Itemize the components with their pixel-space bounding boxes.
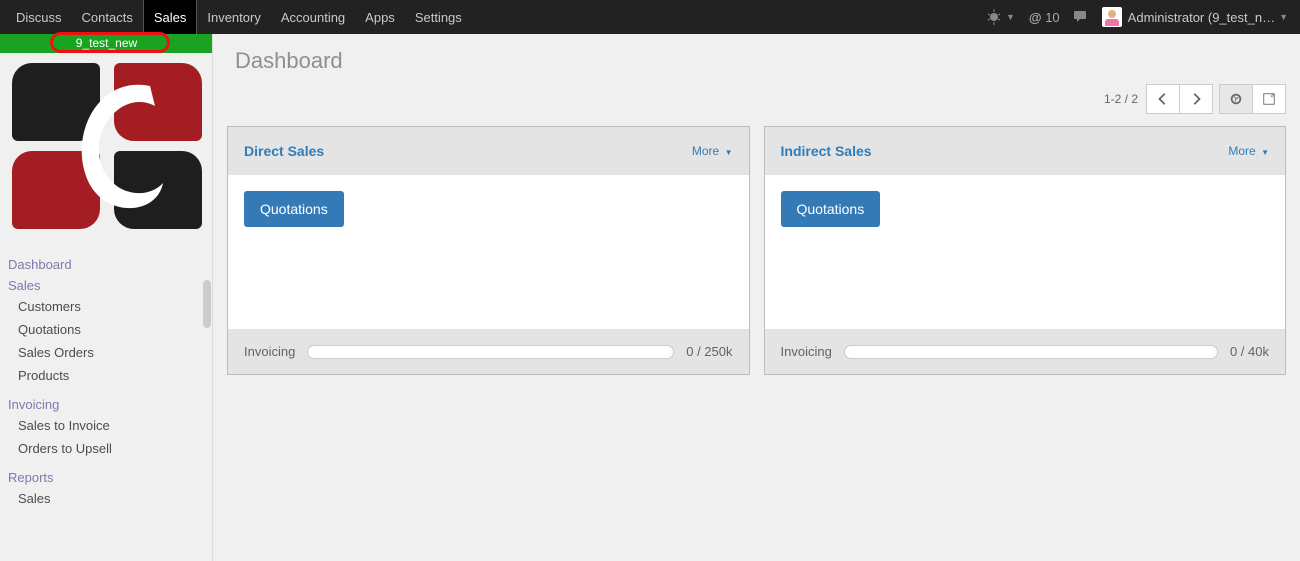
pager-prev-button[interactable] xyxy=(1146,84,1180,114)
quotations-button[interactable]: Quotations xyxy=(781,191,881,227)
caret-down-icon: ▼ xyxy=(1279,12,1288,22)
footer-value: 0 / 40k xyxy=(1230,344,1269,359)
sidebar-header-dashboard[interactable]: Dashboard xyxy=(0,255,213,274)
at-icon: @ xyxy=(1029,10,1042,25)
sidebar-header-invoicing[interactable]: Invoicing xyxy=(0,395,213,414)
card-more-link[interactable]: More ▼ xyxy=(1228,144,1269,158)
quotations-button[interactable]: Quotations xyxy=(244,191,344,227)
view-kanban-button[interactable] xyxy=(1219,84,1253,114)
card-title[interactable]: Indirect Sales xyxy=(781,143,872,159)
database-bar: 9_test_new xyxy=(0,34,213,53)
sidebar-header-reports[interactable]: Reports xyxy=(0,468,213,487)
nav-accounting[interactable]: Accounting xyxy=(271,0,355,34)
chat-icon[interactable] xyxy=(1066,9,1098,25)
highlight-annotation xyxy=(50,32,170,53)
user-label: Administrator (9_test_n… xyxy=(1128,10,1275,25)
navbar-right: ▼ @ 10 Administrator (9_test_n… ▼ xyxy=(978,0,1300,34)
sidebar-item-customers[interactable]: Customers xyxy=(0,295,213,318)
bug-icon[interactable]: ▼ xyxy=(978,9,1023,25)
card-title[interactable]: Direct Sales xyxy=(244,143,324,159)
sidebar-item-sales-orders[interactable]: Sales Orders xyxy=(0,341,213,364)
footer-value: 0 / 250k xyxy=(686,344,732,359)
progress-bar xyxy=(844,345,1218,359)
sidebar-item-report-sales[interactable]: Sales xyxy=(0,487,213,510)
scrollbar-thumb[interactable] xyxy=(203,280,211,328)
page-title: Dashboard xyxy=(213,34,1300,84)
messages-counter[interactable]: @ 10 xyxy=(1023,10,1066,25)
pager-text: 1-2 / 2 xyxy=(1104,92,1138,106)
main-content: Dashboard 1-2 / 2 Direct Sales More ▼ Qu… xyxy=(213,34,1300,561)
nav-discuss[interactable]: Discuss xyxy=(6,0,72,34)
card-indirect-sales: Indirect Sales More ▼ Quotations Invoici… xyxy=(764,126,1287,375)
user-menu[interactable]: Administrator (9_test_n… ▼ xyxy=(1098,7,1292,27)
nav-settings[interactable]: Settings xyxy=(405,0,472,34)
sidebar-item-orders-to-upsell[interactable]: Orders to Upsell xyxy=(0,437,213,460)
sidebar-item-quotations[interactable]: Quotations xyxy=(0,318,213,341)
footer-label: Invoicing xyxy=(244,344,295,359)
footer-label: Invoicing xyxy=(781,344,832,359)
card-direct-sales: Direct Sales More ▼ Quotations Invoicing… xyxy=(227,126,750,375)
sidebar-item-products[interactable]: Products xyxy=(0,364,213,387)
nav-contacts[interactable]: Contacts xyxy=(72,0,143,34)
nav-apps[interactable]: Apps xyxy=(355,0,405,34)
sidebar: 9_test_new Dashboard Sales Customers Quo… xyxy=(0,34,213,561)
card-more-link[interactable]: More ▼ xyxy=(692,144,733,158)
sidebar-item-sales-to-invoice[interactable]: Sales to Invoice xyxy=(0,414,213,437)
dashboard-cards: Direct Sales More ▼ Quotations Invoicing… xyxy=(213,126,1300,375)
logo xyxy=(0,53,213,253)
caret-down-icon: ▼ xyxy=(725,148,733,157)
caret-down-icon: ▼ xyxy=(1261,148,1269,157)
nav-inventory[interactable]: Inventory xyxy=(197,0,270,34)
messages-count: 10 xyxy=(1045,10,1059,25)
nav-sales[interactable]: Sales xyxy=(143,0,198,34)
progress-bar xyxy=(307,345,674,359)
pager-next-button[interactable] xyxy=(1179,84,1213,114)
caret-down-icon: ▼ xyxy=(1006,12,1015,22)
navbar-left: Discuss Contacts Sales Inventory Account… xyxy=(0,0,472,34)
view-form-button[interactable] xyxy=(1252,84,1286,114)
control-row: 1-2 / 2 xyxy=(213,84,1300,126)
avatar xyxy=(1102,7,1122,27)
top-navbar: Discuss Contacts Sales Inventory Account… xyxy=(0,0,1300,34)
sidebar-header-sales[interactable]: Sales xyxy=(0,276,213,295)
